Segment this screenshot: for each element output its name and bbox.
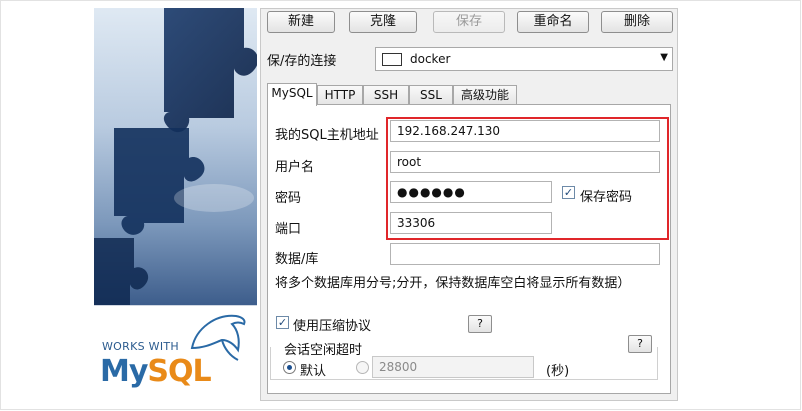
clone-button[interactable]: 克隆 <box>349 11 417 33</box>
saved-connection-value: docker <box>410 52 451 66</box>
database-input[interactable] <box>390 243 660 265</box>
username-label: 用户名 <box>275 160 315 175</box>
save-button[interactable]: 保存 <box>433 11 505 33</box>
tab-ssl[interactable]: SSL <box>409 85 453 105</box>
password-label: 密码 <box>275 191 302 206</box>
timeout-input[interactable]: 28800 <box>372 356 534 378</box>
port-label: 端口 <box>275 222 302 237</box>
saved-connection-select[interactable]: docker ▼ <box>375 47 673 71</box>
new-button[interactable]: 新建 <box>267 11 335 33</box>
default-timeout-label: 默认 <box>300 364 327 379</box>
compress-help-button[interactable]: ? <box>468 315 492 333</box>
highlight-box <box>386 117 669 240</box>
delete-button[interactable]: 删除 <box>601 11 673 33</box>
mysql-logo: MySQL <box>100 354 212 389</box>
logo-my-text: My <box>100 354 148 389</box>
database-label: 数据/库 <box>275 252 319 267</box>
rename-button[interactable]: 重命名 <box>517 11 589 33</box>
mysql-logo-area: WORKS WITH MySQL <box>94 305 257 401</box>
saved-connection-label: 保/存的连接 <box>267 54 337 69</box>
tab-mysql[interactable]: MySQL <box>267 83 317 106</box>
tab-advanced[interactable]: 高级功能 <box>453 85 517 105</box>
tab-ssh[interactable]: SSH <box>363 85 409 105</box>
dropdown-arrow-icon[interactable]: ▼ <box>660 52 668 63</box>
host-label: 我的SQL主机地址 <box>275 128 379 143</box>
database-hint: 将多个数据库用分号;分开，保持数据库空白将显示所有数据） <box>275 276 631 291</box>
works-with-label: WORKS WITH <box>102 340 179 353</box>
compress-label: 使用压缩协议 <box>293 319 372 334</box>
logo-sql-text: SQL <box>147 354 211 389</box>
custom-timeout-radio[interactable] <box>356 361 369 374</box>
default-timeout-radio[interactable] <box>283 361 296 374</box>
compress-checkbox[interactable]: ✓ <box>276 316 289 329</box>
seconds-label: (秒) <box>546 364 570 379</box>
puzzle-pieces-image <box>94 8 257 308</box>
connection-color-swatch <box>382 53 402 66</box>
tab-http[interactable]: HTTP <box>317 85 363 105</box>
